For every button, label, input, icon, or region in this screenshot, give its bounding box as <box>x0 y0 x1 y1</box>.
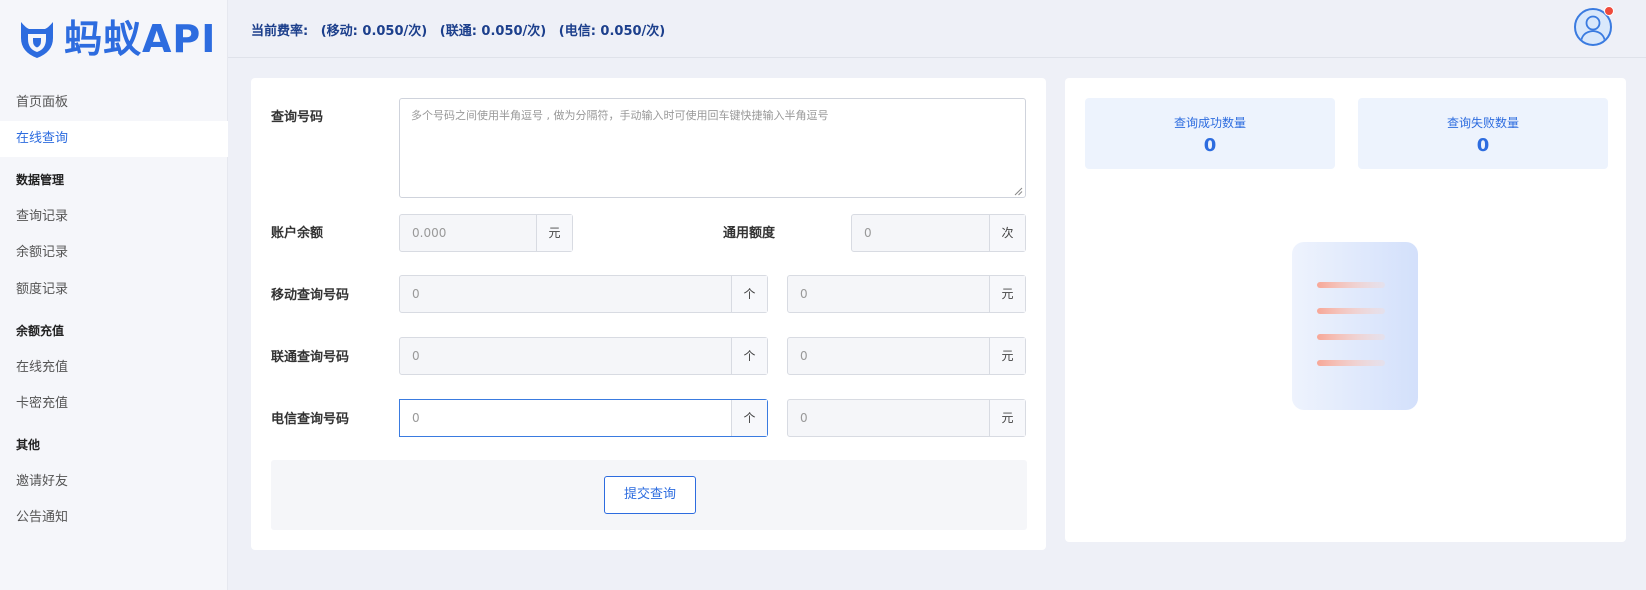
success-count-value: 0 <box>1203 135 1217 156</box>
unicom-label: 联通查询号码 <box>271 350 350 365</box>
rate-info: 当前费率: (移动: 0.050/次) (联通: 0.050/次) (电信: 0… <box>251 20 673 39</box>
balance-label: 账户余额 <box>271 226 324 241</box>
fail-count-box: 查询失败数量 0 <box>1358 98 1608 169</box>
logo-text: 蚂蚁API <box>64 17 217 61</box>
telecom-cost-unit: 元 <box>989 400 1025 436</box>
rate-prefix: 当前费率: <box>251 24 309 39</box>
document-list-icon <box>1292 242 1418 410</box>
mobile-cost-group: 元 <box>787 275 1026 313</box>
unicom-count-group: 个 <box>399 337 768 375</box>
submit-query-button[interactable]: 提交查询 <box>604 476 696 514</box>
unicom-cost-unit: 元 <box>989 338 1025 374</box>
query-numbers-label: 查询号码 <box>271 110 324 125</box>
success-count-label: 查询成功数量 <box>1173 116 1246 130</box>
rate-telecom: (电信: 0.050/次) <box>558 24 666 39</box>
unicom-count-unit: 个 <box>731 338 767 374</box>
telecom-cost-input[interactable] <box>788 400 989 436</box>
balance-unit: 元 <box>536 215 572 251</box>
top-header: 当前费率: (移动: 0.050/次) (联通: 0.050/次) (电信: 0… <box>228 0 1646 58</box>
rate-mobile: (移动: 0.050/次) <box>320 24 428 39</box>
sidebar-group-data: 数据管理 <box>16 173 65 187</box>
query-numbers-input[interactable] <box>399 98 1026 198</box>
sidebar-item-quota-records[interactable]: 额度记录 <box>0 272 228 308</box>
quota-unit: 次 <box>989 215 1025 251</box>
mobile-count-input[interactable] <box>400 276 731 312</box>
mobile-count-unit: 个 <box>731 276 767 312</box>
sidebar-item-invite[interactable]: 邀请好友 <box>0 464 228 500</box>
mobile-cost-unit: 元 <box>989 276 1025 312</box>
unicom-count-input[interactable] <box>400 338 731 374</box>
sidebar-item-announcements[interactable]: 公告通知 <box>0 500 228 536</box>
rate-unicom: (联通: 0.050/次) <box>439 24 547 39</box>
fail-count-label: 查询失败数量 <box>1446 116 1519 130</box>
telecom-count-unit: 个 <box>731 400 767 436</box>
sidebar: 蚂蚁API 首页面板 在线查询 数据管理 查询记录 余额记录 额度记录 余额充值… <box>0 0 228 590</box>
telecom-cost-group: 元 <box>787 399 1026 437</box>
unicom-cost-group: 元 <box>787 337 1026 375</box>
mobile-count-group: 个 <box>399 275 768 313</box>
query-form-card: 查询号码 账户余额 元 通用额度 次 移动查询号码 个 元 联通查询号码 个 元… <box>251 78 1046 550</box>
notification-dot <box>1604 6 1614 16</box>
quota-input[interactable] <box>852 215 989 251</box>
stats-card: 查询成功数量 0 查询失败数量 0 <box>1065 78 1626 542</box>
sidebar-item-card-recharge[interactable]: 卡密充值 <box>0 386 228 422</box>
fail-count-value: 0 <box>1476 135 1490 156</box>
sidebar-item-online-recharge[interactable]: 在线充值 <box>0 350 228 386</box>
sidebar-item-dashboard[interactable]: 首页面板 <box>0 85 228 121</box>
unicom-cost-input[interactable] <box>788 338 989 374</box>
mobile-label: 移动查询号码 <box>271 288 350 303</box>
telecom-count-input[interactable] <box>399 399 732 437</box>
sidebar-item-online-query[interactable]: 在线查询 <box>0 121 228 157</box>
quota-input-group: 次 <box>851 214 1026 252</box>
quota-label: 通用额度 <box>723 226 776 241</box>
telecom-label: 电信查询号码 <box>271 412 350 427</box>
mobile-cost-input[interactable] <box>788 276 989 312</box>
sidebar-group-other: 其他 <box>16 438 41 452</box>
balance-input[interactable] <box>400 215 536 251</box>
sidebar-group-recharge: 余额充值 <box>16 324 65 338</box>
balance-input-group: 元 <box>399 214 573 252</box>
telecom-count-group: 个 <box>399 399 768 437</box>
ant-logo-icon <box>21 22 53 58</box>
sidebar-item-balance-records[interactable]: 余额记录 <box>0 235 228 271</box>
brand-logo[interactable]: 蚂蚁API <box>16 14 216 64</box>
submit-area: 提交查询 <box>271 460 1027 530</box>
sidebar-item-query-records[interactable]: 查询记录 <box>0 199 228 235</box>
success-count-box: 查询成功数量 0 <box>1085 98 1335 169</box>
